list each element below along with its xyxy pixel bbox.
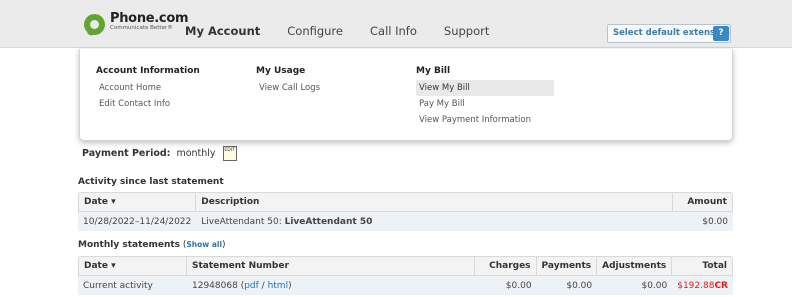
statement-pdf-link[interactable]: pdf <box>244 281 259 291</box>
statement-number-cell: 12948068 (pdf / html) <box>187 276 475 295</box>
account-information-column: Account Information Account Home Edit Co… <box>96 66 200 112</box>
my-bill-heading: My Bill <box>416 66 451 76</box>
statement-html-link[interactable]: html <box>268 281 289 291</box>
statements-table: Date ▾ Statement Number Charges Payments… <box>78 256 733 295</box>
account-home-link[interactable]: Account Home <box>96 80 200 96</box>
select-default-extension-button[interactable]: Select default extension ? <box>607 24 731 43</box>
activity-date-column-header[interactable]: Date ▾ <box>78 192 197 212</box>
monthly-statements-title: Monthly statements (Show all) <box>78 240 226 250</box>
activity-table: Date ▾ Description Amount 10/28/2022–11/… <box>78 192 733 231</box>
top-nav-bar: Phone.com Communicate Better® My Account… <box>0 0 792 48</box>
table-row: Current activity 12948068 (pdf / html) $… <box>78 276 733 295</box>
my-account-dropdown: Account Information Account Home Edit Co… <box>79 49 733 141</box>
activity-description-column-header: Description <box>196 192 673 212</box>
link-separator: / <box>258 280 268 291</box>
statements-date-column-header[interactable]: Date ▾ <box>78 256 187 276</box>
view-payment-information-link[interactable]: View Payment Information <box>416 112 554 128</box>
payment-period-label: Payment Period: <box>82 148 171 159</box>
my-usage-column: My Usage View Call Logs <box>256 66 320 96</box>
charges-cell: $0.00 <box>474 276 537 295</box>
activity-description-cell: LiveAttendant 50: LiveAttendant 50 <box>196 212 673 231</box>
activity-description-prefix: LiveAttendant 50: <box>201 216 285 227</box>
pay-my-bill-link[interactable]: Pay My Bill <box>416 96 554 112</box>
table-row: 10/28/2022–11/24/2022 LiveAttendant 50: … <box>78 212 733 231</box>
statements-header-row: Date ▾ Statement Number Charges Payments… <box>78 256 733 276</box>
statement-number: 12948068 <box>192 280 238 291</box>
account-information-heading: Account Information <box>96 66 200 76</box>
total-column-header: Total <box>672 256 733 276</box>
activity-amount-cell: $0.00 <box>673 212 733 231</box>
edit-icon-text: EDIT <box>224 148 235 153</box>
my-bill-column: My Bill View My Bill Pay My Bill View Pa… <box>416 66 554 128</box>
phonecom-logo[interactable]: Phone.com Communicate Better® <box>84 11 189 38</box>
logo-tagline: Communicate Better® <box>110 25 173 31</box>
activity-title: Activity since last statement <box>78 177 224 187</box>
adjustments-cell: $0.00 <box>597 276 673 295</box>
payment-period-value: monthly <box>176 148 216 159</box>
monthly-statements-label: Monthly statements <box>78 240 181 250</box>
credit-suffix: CR <box>714 280 728 291</box>
activity-description-bold: LiveAttendant 50 <box>284 216 373 227</box>
nav-call-info[interactable]: Call Info <box>370 24 417 38</box>
view-call-logs-link[interactable]: View Call Logs <box>256 80 320 96</box>
payments-cell: $0.00 <box>536 276 598 295</box>
nav-support[interactable]: Support <box>444 24 489 38</box>
edit-icon[interactable]: EDIT <box>222 146 237 161</box>
paren-close: ) <box>288 280 292 291</box>
help-icon[interactable]: ? <box>713 26 729 41</box>
activity-amount-column-header: Amount <box>673 192 733 212</box>
payment-period: Payment Period: monthly EDIT <box>82 146 237 161</box>
close-paren: ) <box>222 240 226 250</box>
nav-configure[interactable]: Configure <box>287 24 343 38</box>
activity-date-cell: 10/28/2022–11/24/2022 <box>78 212 197 231</box>
edit-contact-info-link[interactable]: Edit Contact Info <box>96 96 200 112</box>
logo-name: Phone.com <box>110 11 189 26</box>
my-usage-heading: My Usage <box>256 66 306 76</box>
total-cell: $192.88CR <box>672 276 733 295</box>
statement-number-column-header: Statement Number <box>187 256 475 276</box>
adjustments-column-header: Adjustments <box>597 256 673 276</box>
activity-header-row: Date ▾ Description Amount <box>78 192 733 212</box>
show-all-link[interactable]: Show all <box>186 240 222 249</box>
view-my-bill-link[interactable]: View My Bill <box>416 80 554 96</box>
statement-date-cell: Current activity <box>78 276 187 295</box>
charges-column-header: Charges <box>474 256 537 276</box>
main-nav: My Account Configure Call Info Support <box>185 24 516 38</box>
logo-mark-icon <box>84 14 105 35</box>
total-amount: $192.88 <box>677 280 715 291</box>
payments-column-header: Payments <box>536 256 598 276</box>
nav-my-account[interactable]: My Account <box>185 24 260 38</box>
